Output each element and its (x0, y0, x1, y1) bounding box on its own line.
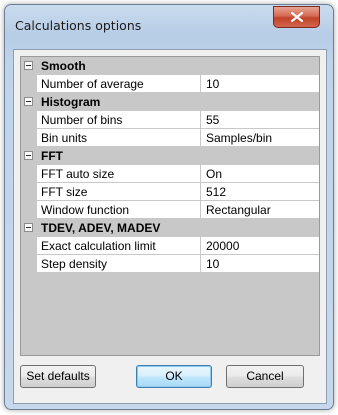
category-label: Smooth (41, 59, 86, 73)
category-smooth[interactable]: Smooth (21, 57, 319, 75)
collapse-minus-icon[interactable] (24, 223, 33, 232)
property-name: FFT size (37, 183, 201, 201)
property-row-step-density[interactable]: Step density 10 (21, 255, 319, 273)
collapse-minus-icon[interactable] (24, 61, 33, 70)
property-row-number-of-average[interactable]: Number of average 10 (21, 75, 319, 93)
property-value[interactable]: 10 (201, 75, 319, 93)
property-row-bin-units[interactable]: Bin units Samples/bin (21, 129, 319, 147)
property-value[interactable]: Samples/bin (201, 129, 319, 147)
property-value[interactable]: 20000 (201, 237, 319, 255)
property-name: Exact calculation limit (37, 237, 201, 255)
property-name: FFT auto size (37, 165, 201, 183)
property-grid: Smooth Number of average 10 Histogram Nu… (20, 56, 320, 356)
property-name: Bin units (37, 129, 201, 147)
property-row-fft-size[interactable]: FFT size 512 (21, 183, 319, 201)
property-name: Number of bins (37, 111, 201, 129)
property-value[interactable]: 55 (201, 111, 319, 129)
property-value[interactable]: On (201, 165, 319, 183)
set-defaults-button[interactable]: Set defaults (20, 365, 96, 388)
dialog-client-area: Smooth Number of average 10 Histogram Nu… (13, 49, 327, 404)
property-value[interactable]: 10 (201, 255, 319, 273)
property-name: Step density (37, 255, 201, 273)
property-row-exact-calculation-limit[interactable]: Exact calculation limit 20000 (21, 237, 319, 255)
close-button[interactable] (273, 6, 320, 28)
window-title: Calculations options (15, 18, 142, 33)
property-name: Number of average (37, 75, 201, 93)
category-label: Histogram (41, 95, 101, 109)
collapse-minus-icon[interactable] (24, 151, 33, 160)
property-value[interactable]: Rectangular (201, 201, 319, 219)
collapse-minus-icon[interactable] (24, 97, 33, 106)
category-label: TDEV, ADEV, MADEV (41, 221, 161, 235)
category-label: FFT (41, 149, 63, 163)
close-icon (291, 12, 303, 22)
category-tdev-adev-madev[interactable]: TDEV, ADEV, MADEV (21, 219, 319, 237)
property-row-fft-auto-size[interactable]: FFT auto size On (21, 165, 319, 183)
category-histogram[interactable]: Histogram (21, 93, 319, 111)
property-row-window-function[interactable]: Window function Rectangular (21, 201, 319, 219)
category-fft[interactable]: FFT (21, 147, 319, 165)
ok-button[interactable]: OK (136, 365, 212, 388)
property-value[interactable]: 512 (201, 183, 319, 201)
property-row-number-of-bins[interactable]: Number of bins 55 (21, 111, 319, 129)
property-name: Window function (37, 201, 201, 219)
cancel-button[interactable]: Cancel (226, 365, 304, 388)
